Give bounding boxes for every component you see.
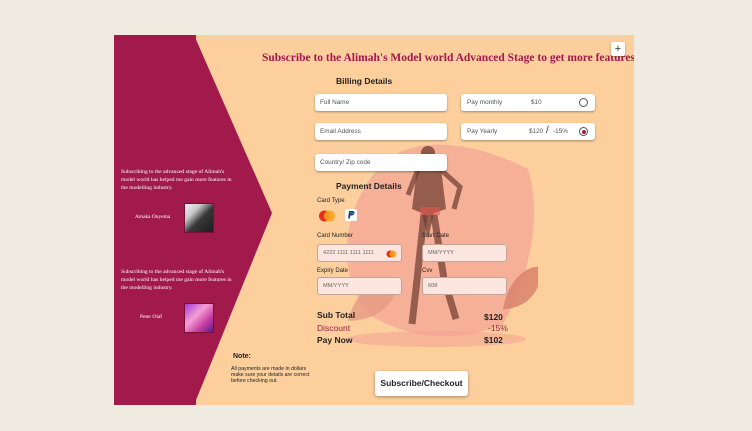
note-heading: Note:	[233, 353, 251, 360]
card-number-label: Card Number	[317, 233, 354, 239]
testimonial-text-1: Subscribing to the advanced stage of Ali…	[121, 169, 232, 191]
cvv-field[interactable]: 608	[422, 277, 507, 295]
payment-heading: Payment Details	[336, 181, 402, 191]
note-text: All payments are made in dollars make su…	[231, 366, 310, 385]
testimonial-name-2: Peter Olaf	[140, 314, 163, 320]
pay-yearly-discount: -15%	[553, 128, 568, 135]
cvv-label: Cvv	[422, 268, 433, 274]
pay-now-label: Pay Now	[317, 335, 353, 345]
pay-yearly-radio[interactable]	[579, 127, 588, 136]
full-name-field[interactable]: Full Name	[315, 94, 447, 111]
email-field[interactable]: Email Address	[315, 123, 447, 140]
start-date-field[interactable]: MM/YYYY	[422, 244, 507, 262]
pay-yearly-separator: /	[546, 125, 549, 136]
pay-monthly-option[interactable]: Pay monthly $10	[461, 94, 595, 111]
add-button[interactable]: +	[611, 42, 625, 56]
avatar	[184, 203, 214, 233]
page-title: Subscribe to the Alimah's Model world Ad…	[262, 52, 634, 64]
card-type-label: Card Type	[317, 198, 345, 204]
testimonial-text-2: Subscribing to the advanced stage of Ali…	[121, 269, 232, 291]
subscribe-checkout-button[interactable]: Subscribe/Checkout	[375, 371, 468, 396]
card-number-value: 4222 1111 1111 1111	[323, 250, 374, 256]
subtotal-value: $120	[484, 312, 503, 322]
pay-yearly-option[interactable]: Pay Yearly $120 / -15%	[461, 123, 595, 140]
expiry-date-field[interactable]: MM/YYYY	[317, 277, 402, 295]
subtotal-label: Sub Total	[317, 310, 356, 320]
expiry-date-label: Expiry Date	[317, 268, 349, 274]
pay-monthly-label: Pay monthly	[467, 99, 503, 106]
country-zip-field[interactable]: Country/ Zip code	[315, 154, 447, 171]
paypal-icon[interactable]	[345, 209, 357, 221]
mastercard-icon[interactable]	[318, 209, 336, 223]
discount-value: -15%	[488, 323, 508, 333]
testimonial-name-1: Amaka Onyema	[135, 214, 171, 220]
pay-now-value: $102	[484, 335, 503, 345]
billing-heading: Billing Details	[336, 76, 393, 86]
pay-monthly-radio[interactable]	[579, 98, 588, 107]
avatar	[184, 303, 214, 333]
pay-monthly-price: $10	[531, 99, 542, 106]
card-number-field[interactable]: 4222 1111 1111 1111	[317, 244, 402, 262]
pay-yearly-label: Pay Yearly	[467, 128, 498, 135]
start-date-label: Start Date	[422, 233, 450, 239]
discount-label: Discount	[317, 323, 351, 333]
checkout-panel: Subscribing to the advanced stage of Ali…	[114, 35, 634, 405]
mastercard-icon	[386, 250, 397, 258]
pay-yearly-price: $120	[529, 128, 544, 135]
